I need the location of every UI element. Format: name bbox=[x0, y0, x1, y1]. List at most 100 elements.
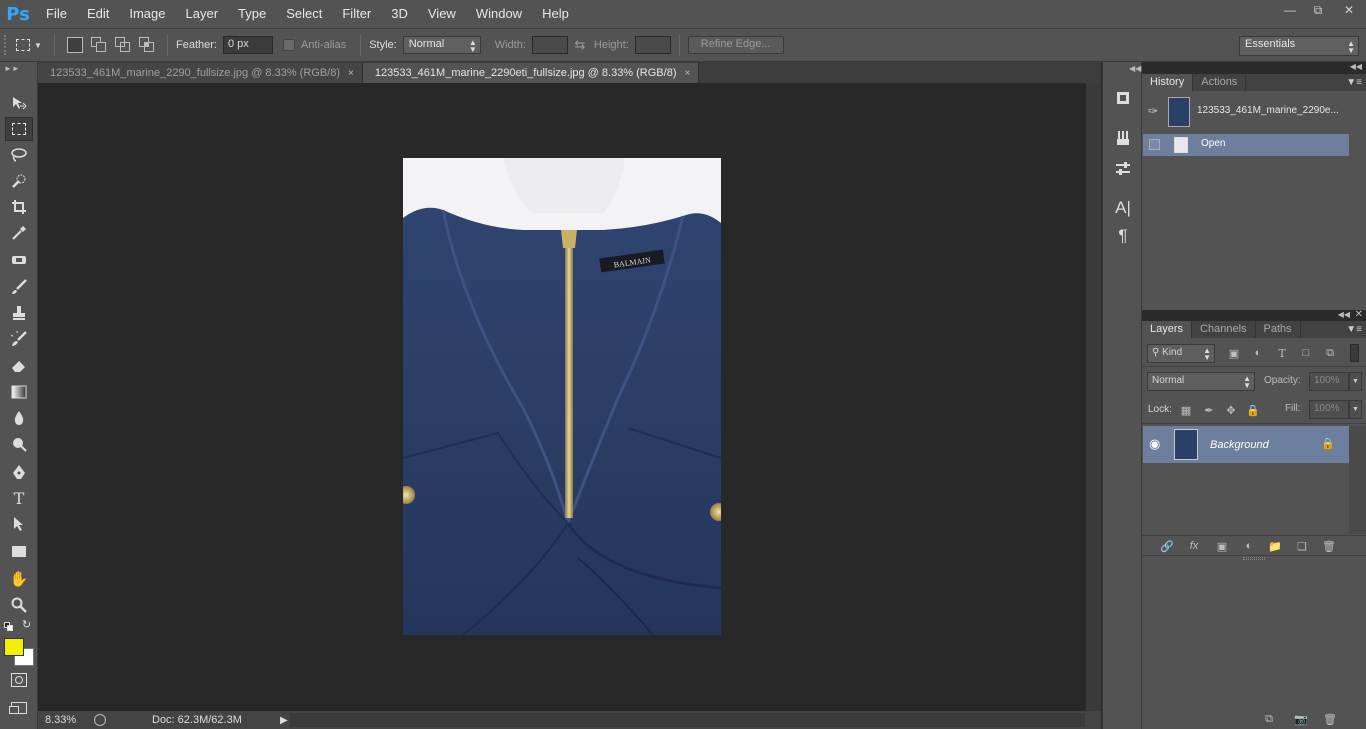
document-image[interactable]: BALMAIN bbox=[403, 158, 721, 635]
foreground-color-swatch[interactable] bbox=[4, 638, 24, 656]
style-select[interactable]: Normal ▲ ▼ bbox=[402, 36, 481, 54]
hand-icon[interactable]: ✋ bbox=[5, 567, 33, 591]
zoom-level[interactable]: 8.33% bbox=[45, 714, 90, 726]
feather-input[interactable]: 0 px bbox=[222, 36, 273, 54]
add-mask-icon[interactable]: ▣ bbox=[1213, 539, 1231, 553]
tool-preset-picker[interactable]: ▼ bbox=[12, 34, 46, 56]
refine-edge-button[interactable]: Refine Edge... bbox=[687, 36, 784, 54]
opacity-input[interactable]: 100% bbox=[1309, 372, 1349, 391]
minimize-icon[interactable]: — bbox=[1276, 0, 1304, 20]
horizontal-scrollbar[interactable] bbox=[290, 713, 1085, 727]
lock-image-pixels-icon[interactable]: ✒ bbox=[1201, 402, 1217, 418]
tab-channels[interactable]: Channels bbox=[1192, 321, 1256, 338]
spot-heal-icon[interactable] bbox=[5, 248, 33, 272]
filter-toggle[interactable] bbox=[1350, 344, 1359, 362]
layer-name[interactable]: Background bbox=[1210, 439, 1269, 451]
filter-pixel-icon[interactable]: ▣ bbox=[1226, 345, 1242, 361]
path-select-icon[interactable] bbox=[5, 512, 33, 536]
fill-dropdown-icon[interactable]: ▼ bbox=[1349, 400, 1362, 419]
menu-help[interactable]: Help bbox=[532, 0, 579, 28]
add-selection-icon[interactable] bbox=[91, 37, 107, 53]
filter-type-icon[interactable]: T bbox=[1274, 345, 1290, 361]
panel-menu-icon[interactable]: ▼≡ bbox=[1346, 324, 1362, 335]
stamp-icon[interactable] bbox=[5, 301, 33, 325]
close-icon[interactable]: × bbox=[348, 68, 354, 79]
menu-select[interactable]: Select bbox=[276, 0, 332, 28]
lock-all-icon[interactable]: 🔒 bbox=[1245, 402, 1261, 418]
menu-3d[interactable]: 3D bbox=[381, 0, 418, 28]
quick-select-icon[interactable] bbox=[5, 169, 33, 193]
filter-kind-select[interactable]: ⚲ Kind ▲ ▼ bbox=[1147, 344, 1215, 363]
new-layer-icon[interactable]: ❏ bbox=[1293, 539, 1311, 553]
layers-scrollbar[interactable] bbox=[1349, 426, 1366, 534]
tab-actions[interactable]: Actions bbox=[1193, 74, 1247, 91]
workspace-select[interactable]: Essentials ▲ ▼ bbox=[1239, 36, 1359, 56]
pen-icon[interactable] bbox=[5, 460, 33, 484]
filter-shape-icon[interactable]: □ bbox=[1298, 345, 1314, 361]
width-input[interactable] bbox=[531, 36, 568, 54]
canvas-area[interactable]: BALMAIN bbox=[38, 83, 1086, 711]
paragraph-panel-icon[interactable]: ¶ bbox=[1111, 224, 1135, 248]
dodge-icon[interactable] bbox=[5, 432, 33, 456]
link-layers-icon[interactable]: 🔗 bbox=[1158, 539, 1176, 553]
doc-tab-2[interactable]: 123533_461M_marine_2290eti_fullsize.jpg … bbox=[362, 63, 700, 83]
blend-mode-select[interactable]: Normal ▲ ▼ bbox=[1147, 372, 1255, 391]
history-item-open[interactable]: Open bbox=[1143, 134, 1349, 156]
marquee-icon[interactable] bbox=[5, 117, 33, 141]
layer-row-background[interactable]: ◉ Background 🔒 bbox=[1143, 426, 1349, 463]
fx-icon[interactable]: fx bbox=[1185, 539, 1203, 553]
delete-state-icon[interactable]: 🗑 bbox=[1321, 712, 1339, 726]
lasso-icon[interactable] bbox=[5, 143, 33, 167]
collapse-panels-icon[interactable]: ◀◀ bbox=[1129, 64, 1141, 73]
menu-window[interactable]: Window bbox=[466, 0, 532, 28]
panel-resize-grip-icon[interactable] bbox=[1243, 557, 1265, 560]
eye-icon[interactable]: ◉ bbox=[1149, 436, 1160, 452]
filter-smart-object-icon[interactable]: ⧉ bbox=[1322, 345, 1338, 361]
history-panel-icon[interactable] bbox=[1111, 86, 1135, 110]
rectangle-icon[interactable] bbox=[5, 539, 33, 563]
vertical-scrollbar[interactable] bbox=[1086, 83, 1101, 711]
delete-layer-icon[interactable]: 🗑 bbox=[1320, 539, 1338, 553]
collapse-layers-icon[interactable]: ◀◀ bbox=[1338, 310, 1350, 319]
blur-icon[interactable] bbox=[5, 406, 33, 430]
adjustments-icon[interactable] bbox=[1111, 157, 1135, 181]
height-input[interactable] bbox=[634, 36, 671, 54]
brush-icon[interactable] bbox=[5, 275, 33, 299]
antialias-checkbox[interactable] bbox=[282, 39, 295, 51]
tab-layers[interactable]: Layers bbox=[1142, 321, 1193, 338]
menu-image[interactable]: Image bbox=[119, 0, 175, 28]
eraser-icon[interactable] bbox=[5, 353, 33, 377]
close-layers-icon[interactable]: ✕ bbox=[1355, 309, 1363, 320]
history-brush-icon[interactable] bbox=[5, 327, 33, 351]
subtract-selection-icon[interactable] bbox=[115, 37, 131, 53]
character-panel-icon[interactable]: A| bbox=[1111, 196, 1135, 220]
new-selection-icon[interactable] bbox=[67, 37, 83, 53]
swap-colors-icon[interactable]: ↻ bbox=[22, 618, 31, 631]
opacity-dropdown-icon[interactable]: ▼ bbox=[1349, 372, 1362, 391]
screen-mode-icon[interactable] bbox=[9, 702, 27, 714]
move-icon[interactable] bbox=[5, 91, 33, 115]
collapse-history-icon[interactable]: ◀◀ bbox=[1350, 62, 1362, 71]
fill-input[interactable]: 100% bbox=[1309, 400, 1349, 419]
lock-position-icon[interactable]: ✥ bbox=[1223, 402, 1239, 418]
quick-mask-icon[interactable] bbox=[11, 673, 27, 687]
menu-filter[interactable]: Filter bbox=[332, 0, 381, 28]
new-group-icon[interactable]: 📁 bbox=[1266, 539, 1284, 553]
menu-edit[interactable]: Edit bbox=[77, 0, 119, 28]
close-icon[interactable]: ✕ bbox=[1332, 0, 1366, 20]
history-snapshot[interactable]: ✑ 123533_461M_marine_2290e... bbox=[1142, 93, 1366, 131]
swap-icon[interactable]: ⇆ bbox=[568, 37, 592, 53]
panel-menu-icon[interactable]: ▼≡ bbox=[1346, 77, 1362, 88]
history-state-checkbox[interactable] bbox=[1149, 139, 1160, 150]
doc-tab-1[interactable]: 123533_461M_marine_2290_fullsize.jpg @ 8… bbox=[38, 63, 363, 83]
eyedropper-icon[interactable] bbox=[5, 221, 33, 245]
gradient-icon[interactable] bbox=[5, 380, 33, 404]
lock-transparency-icon[interactable]: ▦ bbox=[1178, 402, 1194, 418]
filter-adjustment-icon[interactable]: ◐ bbox=[1250, 345, 1266, 361]
collapse-toolbox-icon[interactable]: ►► bbox=[4, 64, 20, 73]
new-adjustment-layer-icon[interactable]: ◐ bbox=[1240, 539, 1258, 553]
zoom-icon[interactable] bbox=[5, 593, 33, 617]
tab-history[interactable]: History bbox=[1142, 74, 1194, 91]
restore-icon[interactable]: ⧉ bbox=[1304, 0, 1332, 20]
intersect-selection-icon[interactable] bbox=[139, 37, 155, 53]
